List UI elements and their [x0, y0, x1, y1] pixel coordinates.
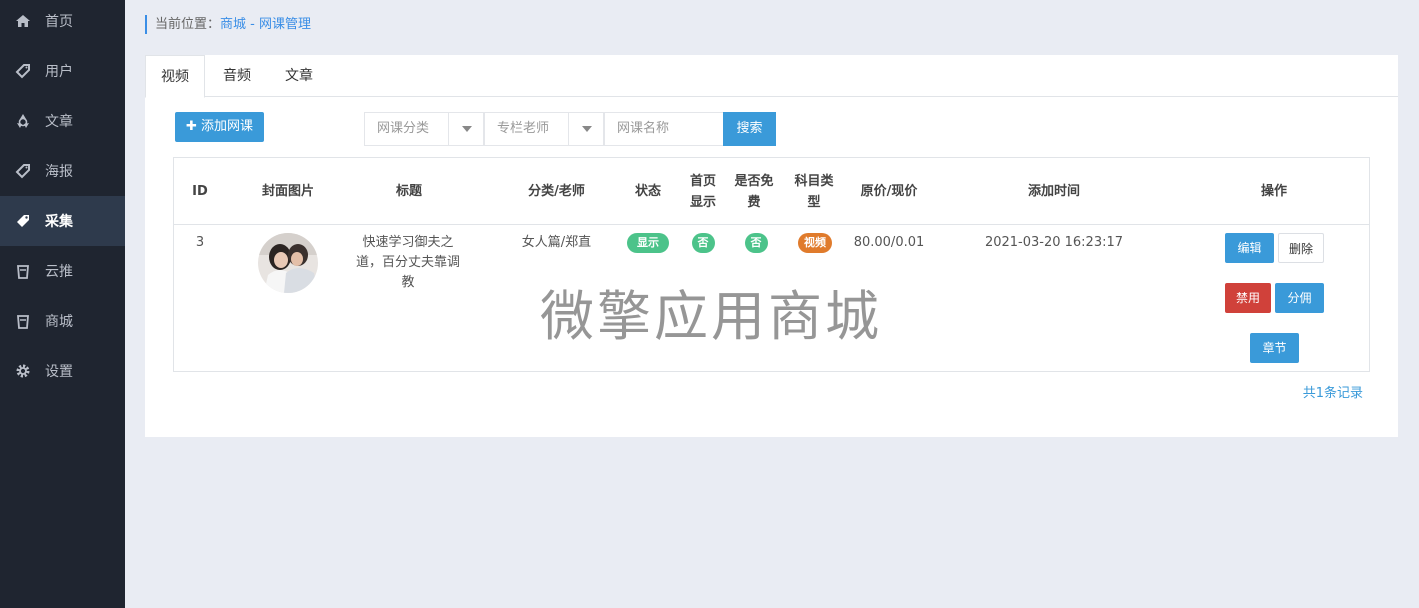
breadcrumb-path[interactable]: 商城 - 网课管理 — [220, 17, 311, 32]
header-home: 首页显示 — [689, 173, 716, 210]
chevron-down-icon — [448, 113, 483, 145]
gear-icon — [15, 363, 31, 379]
tab-video[interactable]: 视频 — [145, 55, 205, 98]
sidebar-item-users[interactable]: 用户 — [0, 46, 125, 96]
tag-icon — [15, 213, 31, 229]
sidebar-item-label: 云推 — [45, 264, 73, 280]
tab-bar: 视频 音频 文章 — [145, 55, 1398, 98]
sidebar: 首页 用户 文章 海报 采集 云推 商城 设置 — [0, 0, 125, 608]
home-icon — [15, 13, 31, 29]
tab-article[interactable]: 文章 — [275, 55, 323, 97]
header-price: 原价/现价 — [860, 184, 918, 199]
row-price: 80.00/0.01 — [853, 235, 925, 250]
sidebar-item-label: 采集 — [45, 214, 73, 230]
row-title: 快速学习御夫之道，百分丈夫靠调教 — [355, 235, 460, 290]
row-category: 女人篇/郑直 — [521, 235, 592, 250]
teacher-select[interactable]: 专栏老师 — [484, 112, 604, 146]
sidebar-item-label: 用户 — [45, 64, 73, 80]
edit-button[interactable]: 编辑 — [1225, 233, 1274, 263]
sidebar-item-label: 首页 — [45, 14, 73, 30]
header-category: 分类/老师 — [528, 184, 585, 199]
disable-button[interactable]: 禁用 — [1225, 283, 1271, 313]
sidebar-item-label: 文章 — [45, 114, 73, 130]
header-id: ID — [192, 184, 208, 199]
tag-icon — [15, 63, 31, 79]
sidebar-item-label: 设置 — [45, 364, 73, 380]
recycle-icon — [15, 113, 31, 129]
sidebar-item-cloud-push[interactable]: 云推 — [0, 246, 125, 296]
breadcrumb-prefix: 当前位置： — [155, 17, 221, 32]
sidebar-item-posters[interactable]: 海报 — [0, 146, 125, 196]
sidebar-item-home[interactable]: 首页 — [0, 0, 125, 46]
search-button[interactable]: 搜索 — [723, 112, 776, 146]
row-time: 2021-03-20 16:23:17 — [984, 235, 1124, 250]
course-name-placeholder: 网课名称 — [617, 121, 670, 136]
header-free: 是否免费 — [734, 173, 774, 210]
category-select-placeholder: 网课分类 — [377, 121, 430, 136]
sidebar-item-articles[interactable]: 文章 — [0, 96, 125, 146]
header-time: 添加时间 — [1027, 184, 1080, 199]
sidebar-item-mall[interactable]: 商城 — [0, 296, 125, 346]
chapter-button[interactable]: 章节 — [1250, 333, 1299, 363]
header-subject: 科目类型 — [794, 173, 834, 210]
add-course-button[interactable]: ✚ 添加网课 — [175, 112, 264, 142]
header-title: 标题 — [395, 184, 422, 199]
cover-image — [258, 233, 318, 293]
commission-button[interactable]: 分佣 — [1275, 283, 1324, 313]
breadcrumb: 当前位置：商城 - 网课管理 — [145, 15, 311, 34]
subject-type-badge: 视频 — [798, 233, 832, 253]
status-badge[interactable]: 显示 — [627, 233, 669, 253]
sidebar-item-settings[interactable]: 设置 — [0, 346, 125, 396]
bucket-icon — [15, 263, 31, 279]
row-id: 3 — [195, 235, 205, 250]
bucket-icon — [15, 313, 31, 329]
teacher-select-placeholder: 专栏老师 — [497, 121, 550, 136]
chevron-down-icon — [568, 113, 603, 145]
sidebar-item-label: 商城 — [45, 314, 73, 330]
main-panel: 视频 音频 文章 ✚ 添加网课 网课分类 专栏老师 网课名称 搜索 ID 封面图… — [145, 55, 1398, 437]
sidebar-item-collect[interactable]: 采集 — [0, 196, 125, 246]
tab-audio[interactable]: 音频 — [213, 55, 261, 97]
sidebar-item-label: 海报 — [45, 164, 73, 180]
course-table: ID 封面图片 标题 分类/老师 状态 首页显示 是否免费 科目类型 原价/现价… — [173, 157, 1370, 372]
tag-icon — [15, 163, 31, 179]
header-status: 状态 — [634, 184, 661, 199]
header-cover: 封面图片 — [261, 184, 314, 199]
delete-button[interactable]: 删除 — [1278, 233, 1324, 263]
table-header: ID 封面图片 标题 分类/老师 状态 首页显示 是否免费 科目类型 原价/现价… — [174, 158, 1369, 225]
category-select[interactable]: 网课分类 — [364, 112, 484, 146]
header-ops: 操作 — [1260, 184, 1287, 199]
free-badge[interactable]: 否 — [744, 233, 768, 253]
course-name-input[interactable]: 网课名称 — [604, 112, 724, 146]
record-count: 共1条记录 — [1302, 386, 1363, 401]
home-display-badge[interactable]: 否 — [691, 233, 715, 253]
